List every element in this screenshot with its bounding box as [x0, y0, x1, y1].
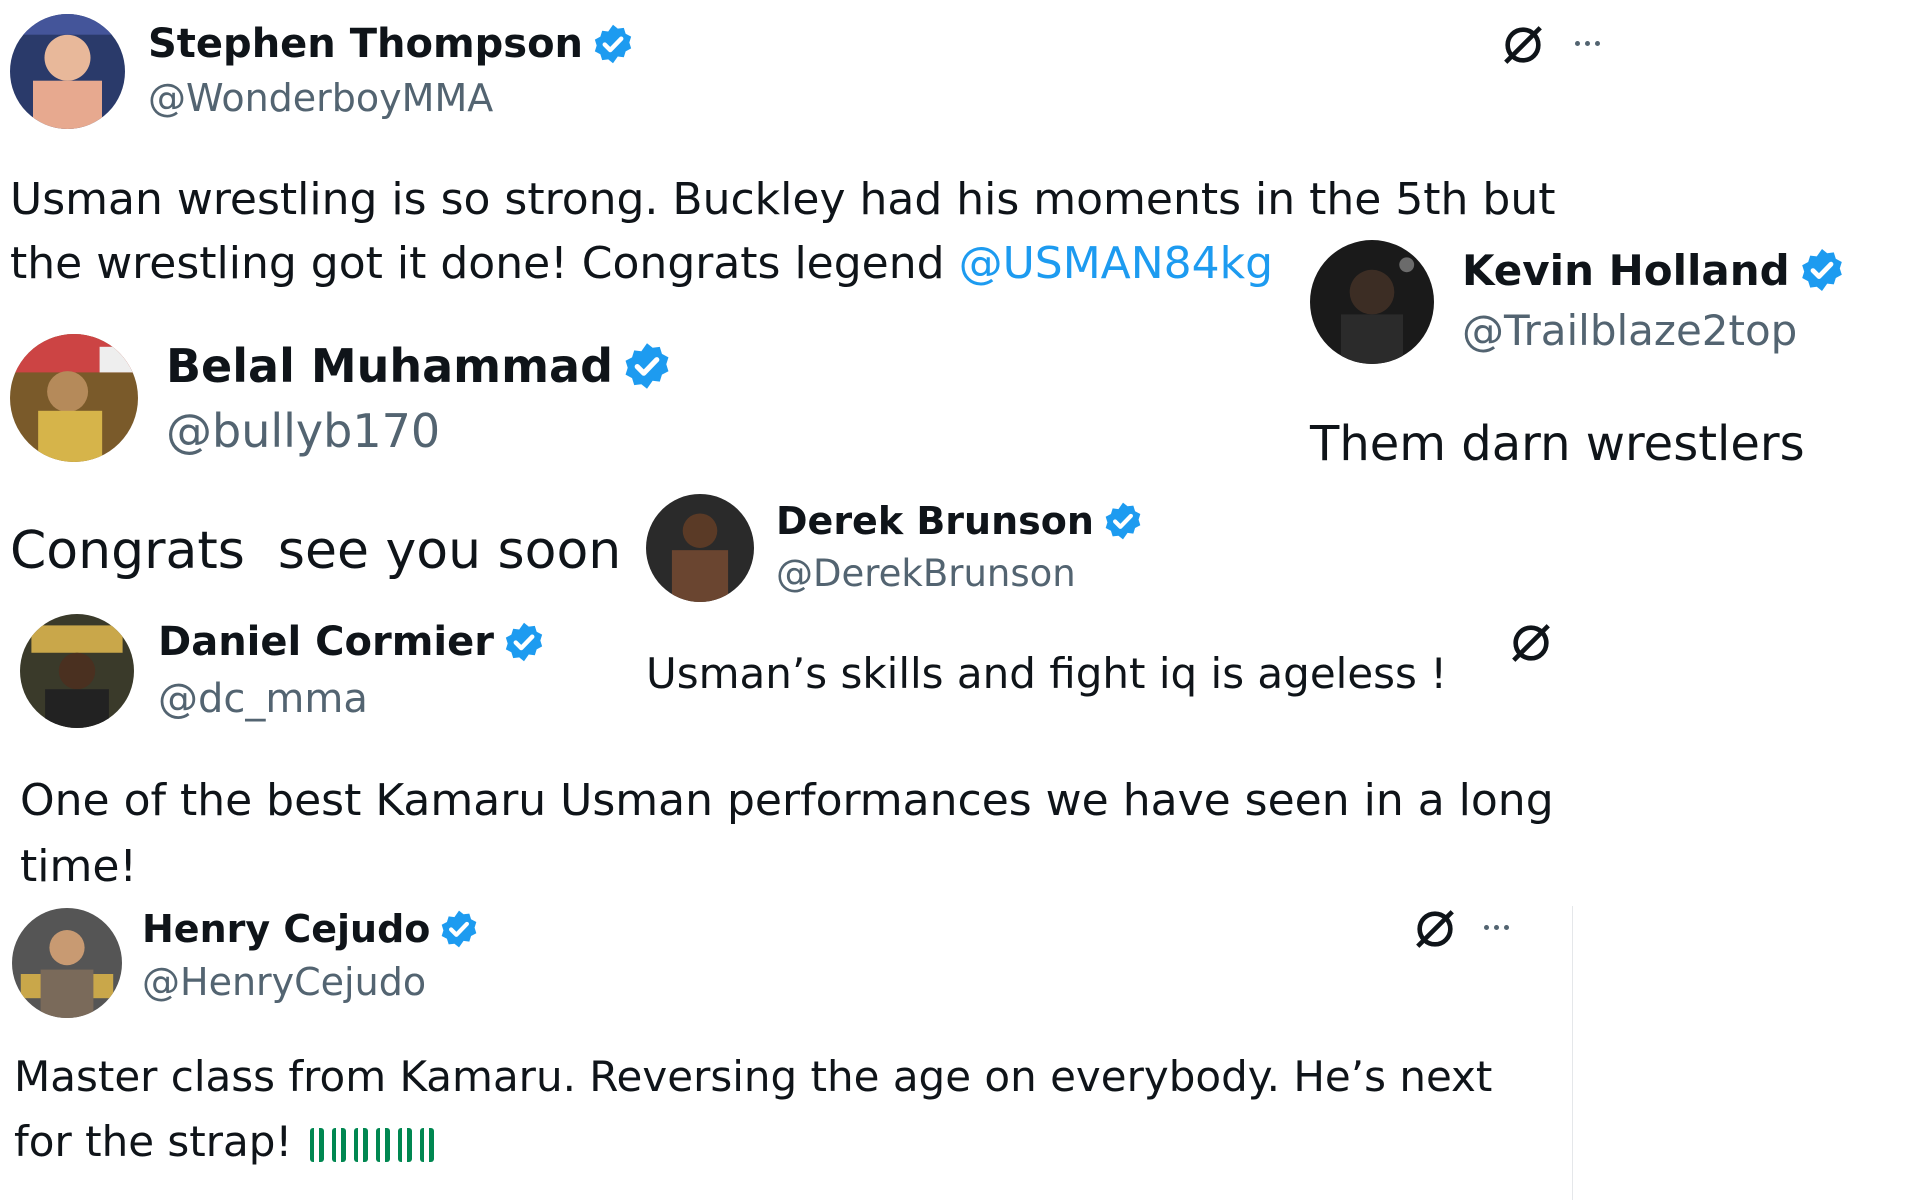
avatar[interactable] — [1310, 240, 1434, 364]
tweet-text: Master class from Kamaru. Reversing the … — [14, 1044, 1554, 1174]
display-name[interactable]: Stephen Thompson — [148, 20, 635, 68]
nigeria-flag-emoji — [309, 1127, 324, 1162]
tweet-text: Usman’s skills and fight iq is ageless ! — [646, 649, 1448, 698]
display-name-text: Derek Brunson — [776, 499, 1094, 543]
avatar[interactable] — [646, 494, 754, 602]
user-handle[interactable]: @WonderboyMMA — [148, 76, 493, 120]
avatar[interactable] — [20, 614, 134, 728]
display-name-text: Henry Cejudo — [142, 907, 431, 951]
nigeria-flag-emoji — [397, 1127, 412, 1162]
display-name[interactable]: Daniel Cormier — [158, 618, 546, 666]
verified-badge-icon — [1798, 246, 1846, 294]
display-name-text: Kevin Holland — [1462, 245, 1790, 295]
more-options-icon[interactable] — [1575, 41, 1600, 46]
user-handle[interactable]: @DerekBrunson — [776, 552, 1076, 595]
grok-icon[interactable] — [1508, 620, 1554, 666]
tweet-text: Congrats see you soon — [10, 521, 622, 581]
display-name-text: Belal Muhammad — [166, 339, 613, 393]
display-name[interactable]: Kevin Holland — [1462, 244, 1846, 296]
verified-badge-icon — [621, 340, 673, 392]
display-name[interactable]: Belal Muhammad — [166, 338, 673, 394]
user-handle[interactable]: @HenryCejudo — [142, 960, 426, 1004]
display-name[interactable]: Henry Cejudo — [142, 906, 480, 952]
nigeria-flag-emoji — [331, 1127, 346, 1162]
tweet-text: One of the best Kamaru Usman performance… — [20, 775, 1554, 892]
more-options-icon[interactable] — [1484, 925, 1509, 930]
tweet-text-body: Master class from Kamaru. Reversing the … — [14, 1052, 1493, 1167]
verified-badge-icon — [438, 908, 480, 950]
flag-emojis — [309, 1127, 434, 1162]
avatar[interactable] — [10, 334, 138, 462]
grok-icon[interactable] — [1500, 22, 1546, 68]
tweet-text: Them darn wrestlers — [1310, 416, 1805, 472]
avatar[interactable] — [10, 14, 125, 129]
user-handle[interactable]: @Trailblaze2top — [1462, 306, 1797, 355]
verified-badge-icon — [1102, 500, 1144, 542]
avatar[interactable] — [12, 908, 122, 1018]
verified-badge-icon — [502, 620, 546, 664]
nigeria-flag-emoji — [375, 1127, 390, 1162]
nigeria-flag-emoji — [419, 1127, 434, 1162]
user-handle[interactable]: @bullyb170 — [166, 404, 440, 458]
display-name-text: Stephen Thompson — [148, 21, 584, 67]
nigeria-flag-emoji — [353, 1127, 368, 1162]
divider-line — [1572, 906, 1573, 1200]
verified-badge-icon — [591, 22, 635, 66]
user-handle[interactable]: @dc_mma — [158, 676, 368, 722]
grok-icon[interactable] — [1412, 906, 1458, 952]
display-name[interactable]: Derek Brunson — [776, 498, 1144, 544]
mention-link[interactable]: @USMAN84kg — [959, 238, 1274, 289]
display-name-text: Daniel Cormier — [158, 619, 494, 665]
